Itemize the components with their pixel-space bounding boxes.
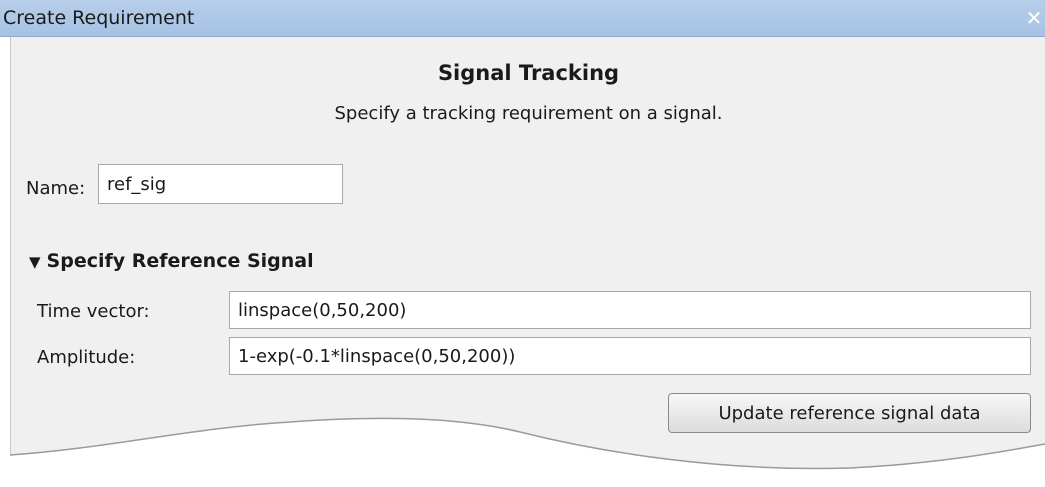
amplitude-input[interactable]: [229, 337, 1031, 375]
amplitude-label: Amplitude:: [37, 347, 136, 368]
specify-reference-signal-toggle[interactable]: ▼ Specify Reference Signal: [29, 250, 314, 272]
create-requirement-dialog: Create Requirement ✕ Signal Tracking Spe…: [0, 0, 1045, 487]
triangle-down-icon: ▼: [29, 253, 41, 271]
time-vector-input[interactable]: [229, 291, 1031, 329]
section-title: Specify Reference Signal: [46, 250, 314, 272]
torn-edge-decoration: [0, 417, 1045, 487]
name-input[interactable]: [98, 164, 343, 204]
window-title: Create Requirement: [3, 7, 195, 29]
title-bar: Create Requirement ✕: [0, 0, 1045, 37]
time-vector-label: Time vector:: [37, 301, 150, 322]
name-label: Name:: [26, 178, 86, 199]
requirement-description: Specify a tracking requirement on a sign…: [334, 103, 723, 124]
requirement-type-heading: Signal Tracking: [437, 61, 620, 85]
close-icon[interactable]: ✕: [1023, 0, 1045, 36]
